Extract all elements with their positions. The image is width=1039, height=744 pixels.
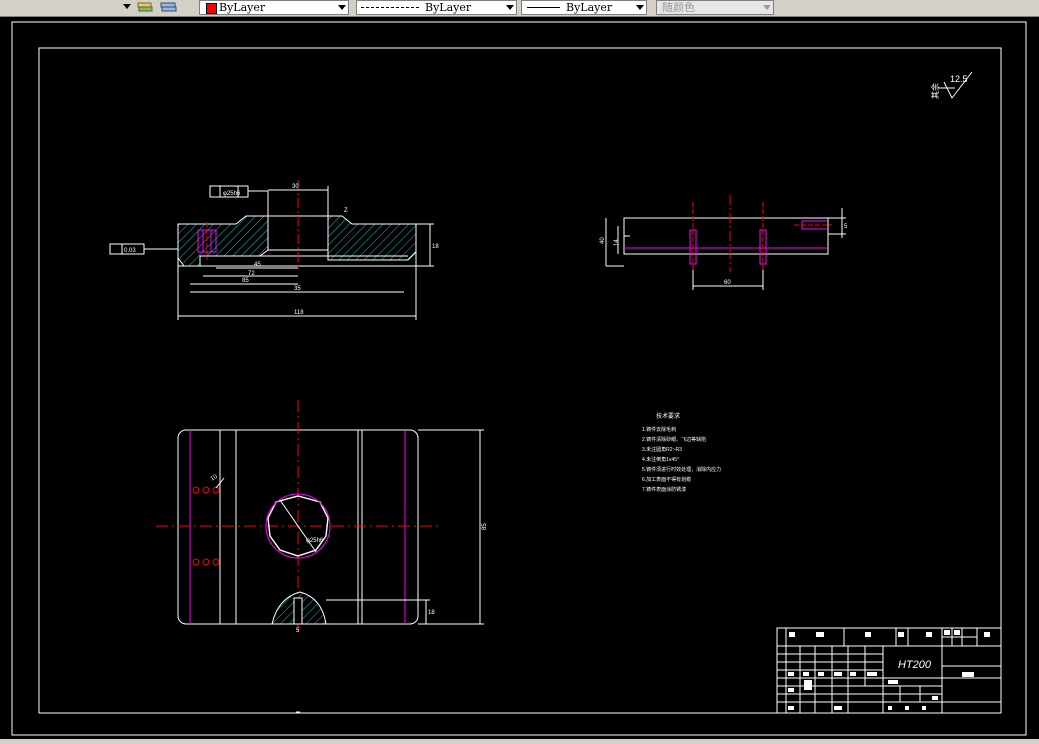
surface-finish-note: 其余 [930, 83, 940, 99]
title-block: HT200 [776, 627, 1002, 714]
tech-req-line-7: 7.铸件表面涂防锈漆 [642, 486, 686, 493]
dim-bore: φ25h6 [223, 191, 241, 197]
drawing-frame [38, 47, 1002, 714]
dim-45: 45 [254, 262, 261, 268]
chevron-down-icon[interactable] [763, 5, 771, 10]
dim-tolerance: 0.03 [124, 248, 136, 254]
tech-req-line-1: 1.铸件去除毛刺 [642, 426, 676, 433]
chevron-down-icon[interactable] [123, 4, 131, 9]
tech-req-line-5: 5.铸件须进行时效处理，消除内应力 [642, 466, 721, 473]
linetype-control-label: ByLayer [425, 1, 472, 14]
chevron-down-icon[interactable] [338, 5, 346, 10]
tech-req-line-3: 3.未注圆角R2~R3 [642, 446, 682, 453]
layer-previous-icon[interactable] [158, 0, 180, 14]
dim-hole: 10 [210, 474, 219, 483]
tech-req-line-4: 4.未注倒角1x45° [642, 456, 679, 463]
dim-slot: 18 [428, 610, 435, 616]
dim-height: 18 [432, 244, 439, 250]
chevron-down-icon[interactable] [506, 5, 514, 10]
dim-bore-width: 30 [292, 184, 299, 190]
section-view: φ25h6 0.03 30 18 45 72 85 35 118 Z [109, 180, 439, 320]
properties-toolbar: ByLayer ByLayer ByLayer 随颜色 [0, 0, 1039, 17]
layer-control[interactable] [0, 0, 133, 15]
status-strip [0, 739, 1039, 744]
dim-finish: Z [344, 208, 348, 214]
dim-100: 35 [294, 286, 301, 292]
linetype-control[interactable]: ByLayer [356, 0, 517, 15]
dim-side-5: 5 [844, 224, 848, 230]
dim-side-40: 40 [600, 237, 606, 244]
surface-finish-value: 12.5 [950, 74, 968, 84]
dim-plan-height: 85 [482, 523, 488, 530]
side-view: 40 14 60 5 [600, 195, 848, 290]
color-swatch-icon [206, 3, 217, 14]
plot-style-control[interactable]: 随颜色 [656, 0, 774, 15]
drawing-canvas[interactable]: 12.5 其余 φ25h6 0.03 30 18 45 72 85 35 118… [10, 20, 1029, 738]
color-control[interactable]: ByLayer [199, 0, 349, 15]
technical-requirements: 技术要求 1.铸件去除毛刺 2.铸件清除砂眼、飞边等缺陷 3.未注圆角R2~R3… [642, 412, 721, 493]
plan-view: φ25h6 10 18 5 85 [156, 400, 488, 636]
dim-side-14: 14 [614, 239, 620, 246]
lineweight-preview-icon [527, 7, 560, 8]
color-control-label: ByLayer [219, 1, 266, 14]
tech-req-line-2: 2.铸件清除砂眼、飞边等缺陷 [642, 436, 706, 443]
dim-slot-width: 5 [296, 628, 300, 634]
tech-req-title: 技术要求 [656, 412, 680, 420]
tech-req-line-6: 6.加工表面不得有划痕 [642, 476, 691, 483]
chevron-down-icon[interactable] [636, 5, 644, 10]
surface-finish-symbol: 12.5 其余 [930, 71, 973, 99]
dim-118: 118 [294, 310, 304, 316]
material-label: HT200 [898, 659, 932, 671]
cad-drawing: 12.5 其余 φ25h6 0.03 30 18 45 72 85 35 118… [11, 21, 1027, 736]
lineweight-control-label: ByLayer [566, 1, 613, 14]
lineweight-control[interactable]: ByLayer [521, 0, 647, 15]
layer-states-icon[interactable] [137, 0, 153, 14]
dim-72: 72 [248, 271, 255, 277]
linetype-preview-icon [361, 7, 419, 8]
dim-85: 85 [242, 278, 249, 284]
dim-bore-diameter: φ25h6 [306, 538, 324, 544]
plot-style-control-label: 随颜色 [662, 1, 695, 14]
dim-side-60: 60 [724, 280, 731, 286]
